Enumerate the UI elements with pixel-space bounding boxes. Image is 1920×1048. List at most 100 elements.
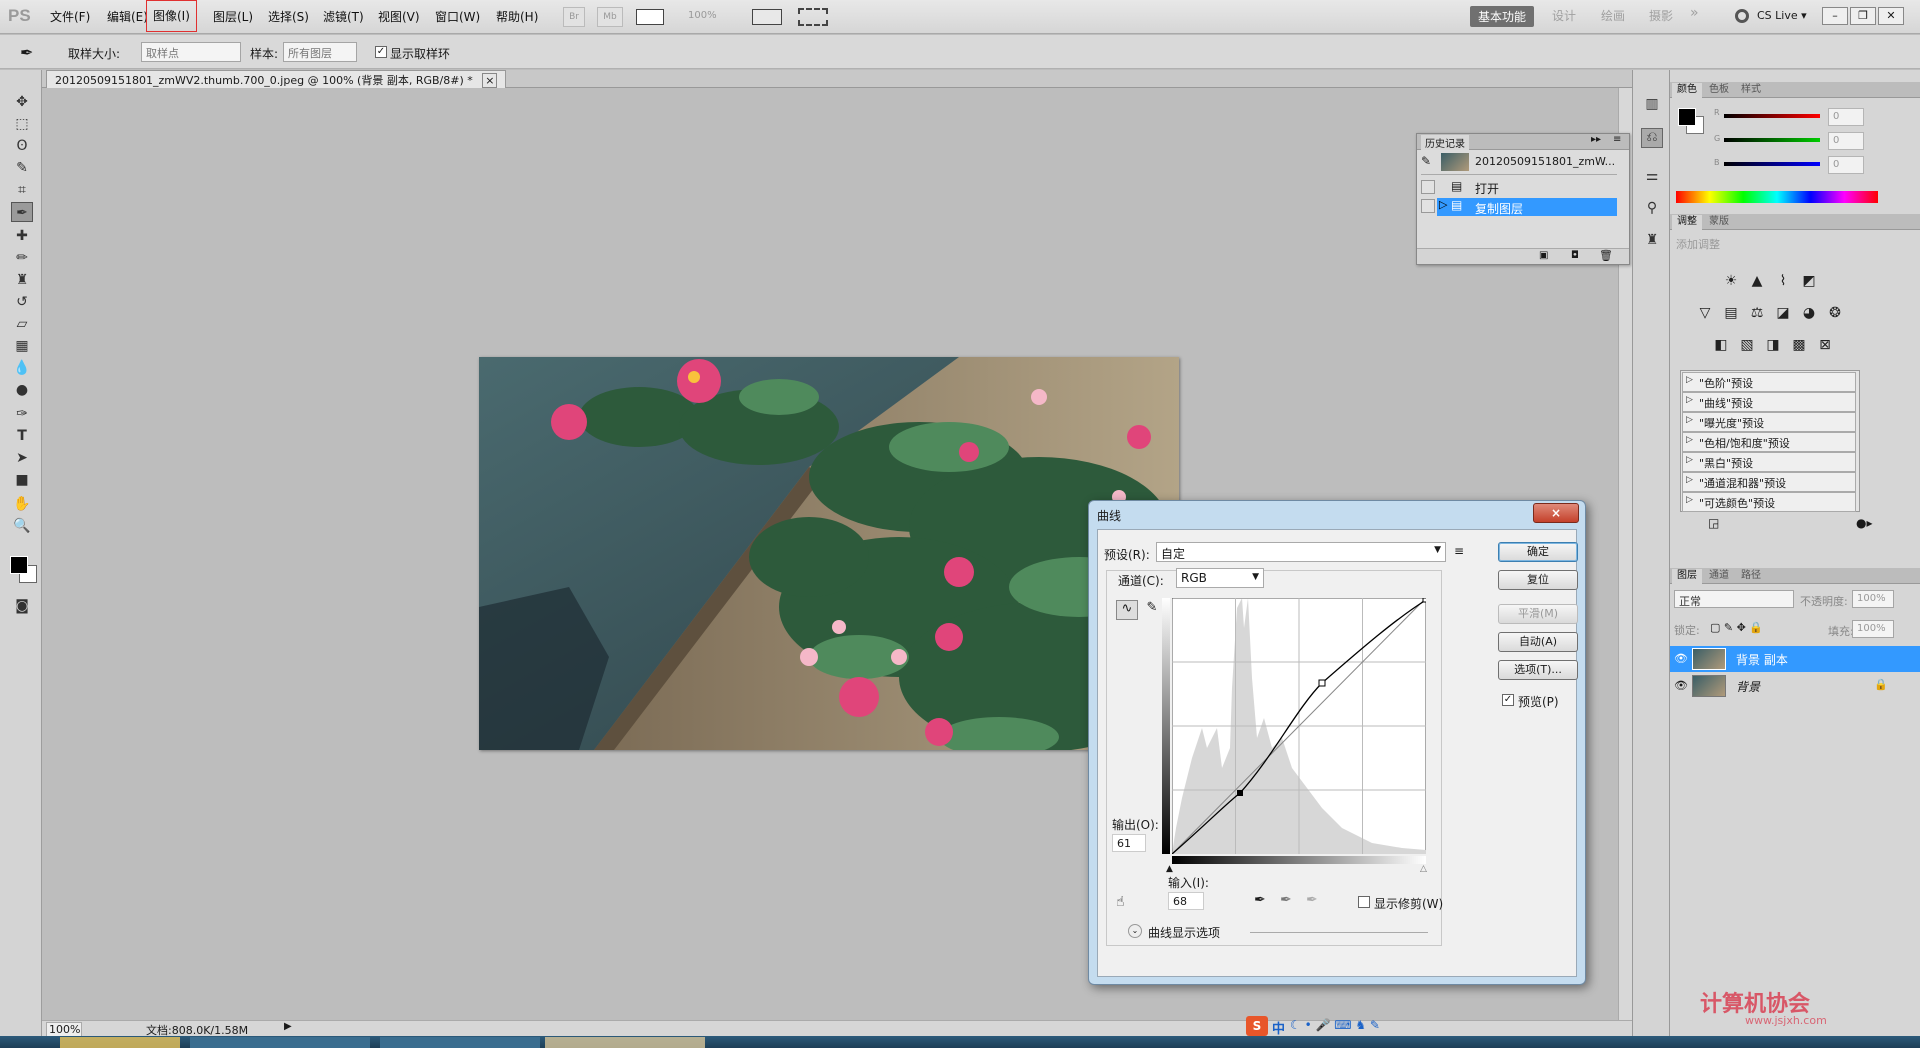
curves-icon[interactable]: ⌇: [1772, 270, 1794, 292]
ok-button[interactable]: 确定: [1498, 542, 1578, 562]
tab-color[interactable]: 颜色: [1672, 83, 1702, 98]
history-panel-icon[interactable]: ⎌: [1641, 128, 1663, 148]
layer-visibility-icon-2[interactable]: 👁: [1674, 679, 1688, 692]
b-value[interactable]: 0: [1828, 156, 1864, 174]
pencil-draw-icon[interactable]: ✎: [1142, 600, 1162, 620]
mini-bridge-button[interactable]: Mb: [597, 7, 623, 27]
preset-curves[interactable]: "曲线"预设: [1682, 392, 1856, 412]
preview-checkbox[interactable]: ✓: [1502, 694, 1514, 706]
screen-mode-icon[interactable]: [798, 8, 828, 26]
shape-tool-icon[interactable]: ■: [11, 470, 33, 490]
eraser-tool-icon[interactable]: ▱: [11, 314, 33, 334]
menu-file[interactable]: 文件(F): [50, 8, 90, 25]
preset-selective-color[interactable]: "可选颜色"预设: [1682, 492, 1856, 512]
sample-size-select[interactable]: 取样点: [141, 42, 241, 62]
layer-name-copy[interactable]: 背景 副本: [1736, 651, 1788, 668]
lock-icons[interactable]: ▢ ✎ ✥ 🔒: [1710, 621, 1763, 634]
sample-select[interactable]: 所有图层: [283, 42, 357, 62]
options-button[interactable]: 选项(T)...: [1498, 660, 1578, 680]
cslive-button[interactable]: CS Live ▾: [1757, 9, 1807, 22]
zoom-level[interactable]: 100%: [688, 10, 717, 21]
panel-menu-icon[interactable]: ≡: [1613, 134, 1621, 145]
workspace-photography[interactable]: 摄影: [1649, 7, 1673, 24]
selective-color-icon[interactable]: ⊠: [1814, 334, 1836, 356]
hue-sat-icon[interactable]: ▤: [1720, 302, 1742, 324]
healing-tool-icon[interactable]: ✚: [11, 226, 33, 246]
b-slider[interactable]: [1724, 162, 1820, 166]
threshold-icon[interactable]: ◨: [1762, 334, 1784, 356]
history-source-box[interactable]: [1421, 180, 1435, 194]
r-slider[interactable]: [1724, 114, 1820, 118]
display-options-label[interactable]: 曲线显示选项: [1148, 924, 1220, 941]
color-fg-swatch[interactable]: [1678, 108, 1696, 126]
taskbar-item-2[interactable]: [190, 1037, 370, 1048]
foreground-color-swatch[interactable]: [10, 556, 28, 574]
tab-adjustments[interactable]: 调整: [1672, 215, 1702, 230]
brush-panel-icon[interactable]: ⚌: [1641, 168, 1663, 188]
zoom-tool-icon[interactable]: 🔍: [11, 516, 33, 536]
arrange-documents-icon[interactable]: [752, 9, 782, 25]
dialog-close-button[interactable]: ×: [1533, 503, 1579, 523]
workspace-essentials[interactable]: 基本功能: [1470, 6, 1535, 27]
gradient-map-icon[interactable]: ▩: [1788, 334, 1810, 356]
color-balance-icon[interactable]: ⚖: [1746, 302, 1768, 324]
clip-to-layer-icon[interactable]: ◲: [1708, 516, 1719, 530]
white-point-slider-icon[interactable]: △: [1420, 864, 1427, 874]
snapshot-label[interactable]: 20120509151801_zmW...: [1475, 155, 1615, 168]
sogou-icon[interactable]: S: [1246, 1016, 1268, 1036]
workspace-design[interactable]: 设计: [1552, 7, 1576, 24]
new-snapshot-icon[interactable]: ◘: [1571, 250, 1579, 261]
document-close-icon[interactable]: ×: [482, 73, 498, 88]
history-item-duplicate-layer[interactable]: 复制图层: [1475, 200, 1523, 217]
fill-input[interactable]: 100%: [1852, 620, 1894, 638]
histogram-icon[interactable]: ▥: [1641, 96, 1663, 116]
tab-swatches[interactable]: 色板: [1704, 83, 1734, 98]
status-zoom[interactable]: 100%: [46, 1022, 82, 1037]
blur-tool-icon[interactable]: 💧: [11, 358, 33, 378]
quick-select-tool-icon[interactable]: ✎: [11, 158, 33, 178]
dodge-tool-icon[interactable]: ●: [11, 380, 33, 400]
preset-select[interactable]: 自定 ▼: [1156, 542, 1446, 562]
move-tool-icon[interactable]: ✥: [11, 92, 33, 112]
tab-masks[interactable]: 蒙版: [1704, 215, 1734, 230]
menu-layer[interactable]: 图层(L): [213, 8, 253, 25]
taskbar-item-3[interactable]: [380, 1037, 540, 1048]
target-adjust-icon[interactable]: ☝: [1116, 894, 1125, 910]
ime-mode-label[interactable]: 中: [1272, 1018, 1285, 1037]
r-value[interactable]: 0: [1828, 108, 1864, 126]
quick-mask-icon[interactable]: ◙: [11, 596, 33, 616]
gradient-tool-icon[interactable]: ▦: [11, 336, 33, 356]
opacity-input[interactable]: 100%: [1852, 590, 1894, 608]
minimize-button[interactable]: –: [1822, 7, 1848, 25]
layer-name-background[interactable]: 背景: [1736, 678, 1760, 695]
g-value[interactable]: 0: [1828, 132, 1864, 150]
black-white-icon[interactable]: ◪: [1772, 302, 1794, 324]
channel-mixer-icon[interactable]: ❂: [1824, 302, 1846, 324]
tab-paths[interactable]: 路径: [1736, 569, 1766, 584]
auto-button[interactable]: 自动(A): [1498, 632, 1578, 652]
history-source-box-2[interactable]: [1421, 199, 1435, 213]
trash-icon[interactable]: 🗑: [1599, 249, 1613, 262]
path-select-tool-icon[interactable]: ➤: [11, 448, 33, 468]
type-tool-icon[interactable]: T: [11, 426, 33, 446]
preset-levels[interactable]: "色阶"预设: [1682, 372, 1856, 392]
close-button[interactable]: ✕: [1878, 7, 1904, 25]
taskbar-item-4[interactable]: [545, 1037, 705, 1048]
reset-button[interactable]: 复位: [1498, 570, 1578, 590]
workspace-painting[interactable]: 绘画: [1601, 7, 1625, 24]
blend-mode-select[interactable]: 正常: [1674, 590, 1794, 608]
bridge-button[interactable]: Br: [563, 7, 585, 27]
gray-eyedropper-icon[interactable]: ✒: [1280, 892, 1292, 908]
menu-filter[interactable]: 滤镜(T): [323, 8, 364, 25]
brightness-icon[interactable]: ☀: [1720, 270, 1742, 292]
menu-window[interactable]: 窗口(W): [435, 8, 480, 25]
preset-exposure[interactable]: "曝光度"预设: [1682, 412, 1856, 432]
mask-options-icon[interactable]: ●▸: [1856, 516, 1873, 530]
stamp-tool-icon[interactable]: ♜: [11, 270, 33, 290]
layer-visibility-icon[interactable]: 👁: [1674, 652, 1688, 665]
lasso-tool-icon[interactable]: ʘ: [11, 136, 33, 156]
show-ring-checkbox[interactable]: ✓: [375, 46, 387, 58]
clone-source-icon[interactable]: ⚲: [1641, 200, 1663, 220]
preset-hue-sat[interactable]: "色相/饱和度"预设: [1682, 432, 1856, 452]
history-item-open[interactable]: 打开: [1475, 180, 1499, 197]
